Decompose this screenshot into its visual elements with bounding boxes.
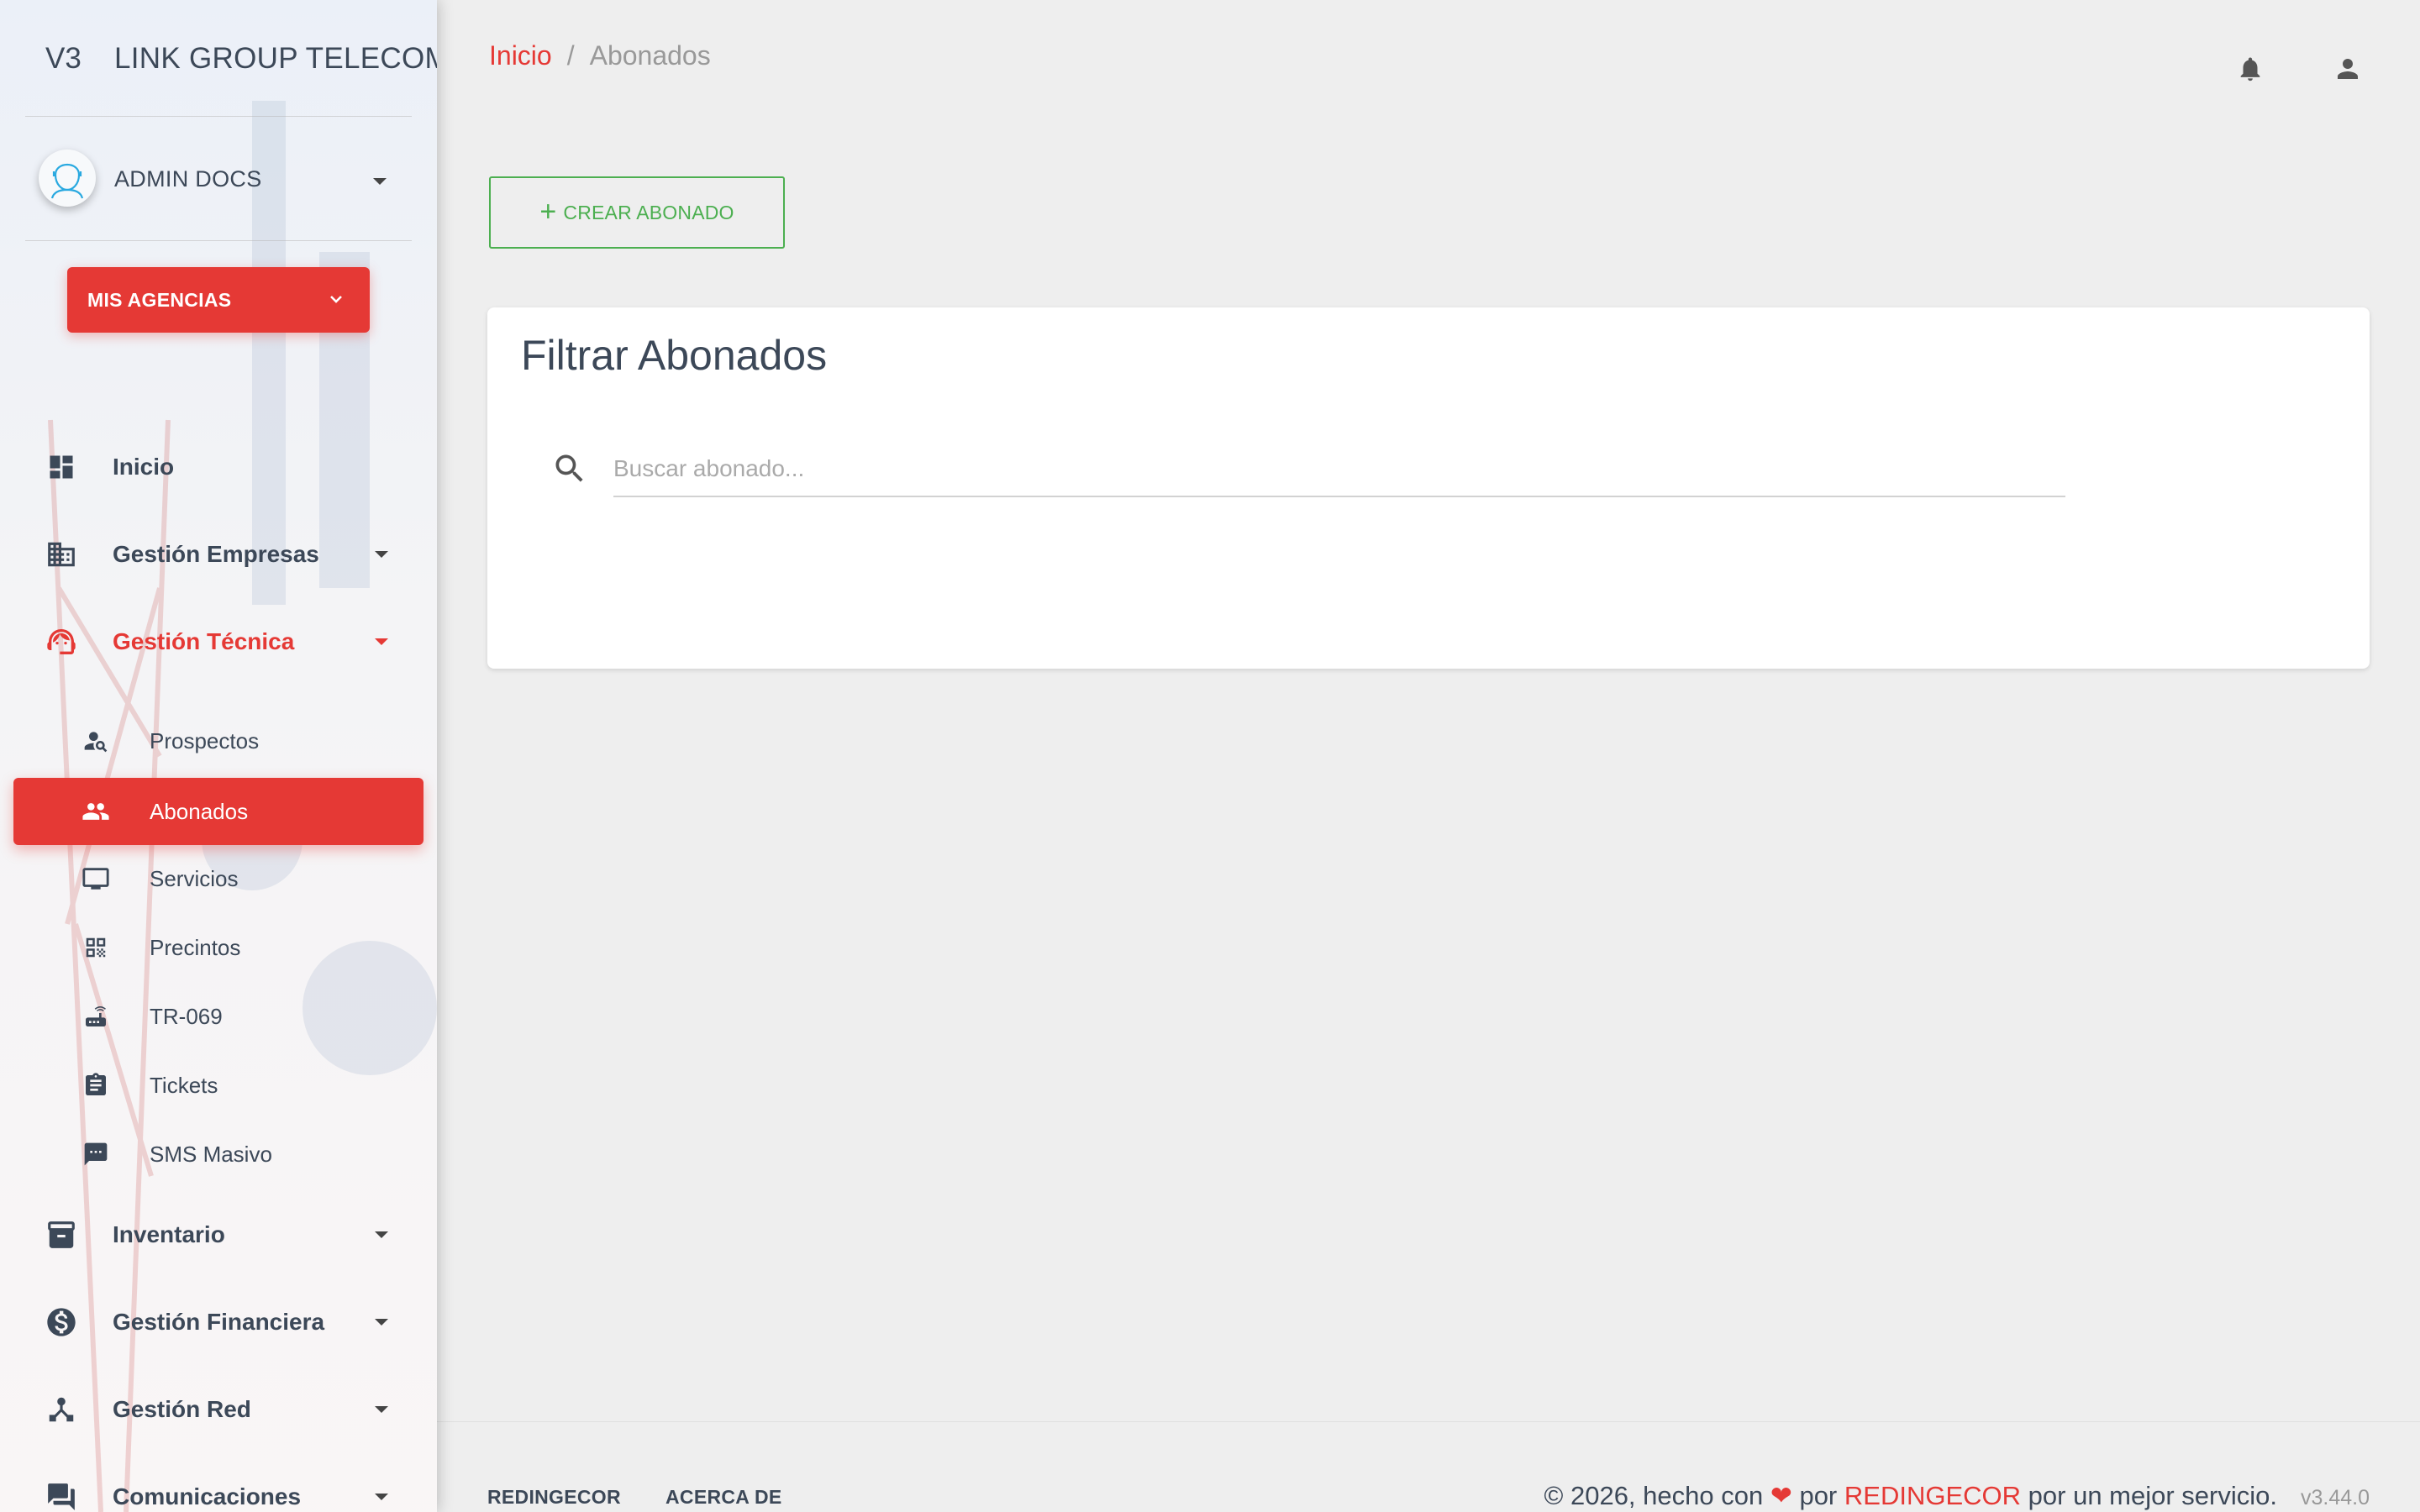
create-subscriber-label: CREAR ABONADO: [563, 201, 734, 223]
filter-card: Filtrar Abonados: [487, 307, 2370, 669]
sidebar-item-abonados[interactable]: Abonados: [13, 778, 424, 845]
network-icon: [44, 1392, 79, 1427]
sidebar-item-inventario[interactable]: Inventario: [0, 1201, 437, 1268]
qr-code-icon: [81, 932, 111, 963]
sidebar-item-label: Gestión Empresas: [113, 541, 319, 567]
copyright-suffix: por un mejor servicio.: [2028, 1481, 2277, 1510]
sidebar-item-gestion-financiera[interactable]: Gestión Financiera: [0, 1289, 437, 1356]
support-agent-icon: [44, 624, 79, 659]
chevron-down-icon: [375, 551, 388, 558]
sidebar-item-label: Tickets: [150, 1072, 218, 1098]
user-name: ADMIN DOCS: [114, 166, 262, 192]
sidebar-item-label: Gestión Técnica: [113, 628, 295, 654]
sidebar-item-label: Precintos: [150, 934, 241, 960]
breadcrumb-current: Abonados: [589, 40, 711, 71]
sidebar-item-gestion-tecnica[interactable]: Gestión Técnica: [0, 608, 437, 675]
router-icon: [81, 1001, 111, 1032]
search-icon: [551, 450, 588, 487]
top-navbar: Inicio / Abonados: [437, 0, 2420, 118]
version-label: v3.44.0: [2300, 1486, 2370, 1509]
divider: [25, 116, 412, 117]
chevron-down-icon: [375, 1319, 388, 1326]
agencies-button-label: MIS AGENCIAS: [87, 288, 232, 311]
chevron-down-icon: [375, 1494, 388, 1500]
chevron-down-icon: [375, 1231, 388, 1238]
sidebar-item-label: Abonados: [150, 798, 249, 824]
heart-icon: ❤: [1770, 1481, 1792, 1510]
person-icon[interactable]: [2331, 52, 2365, 86]
footer-link-about[interactable]: ACERCA DE: [666, 1486, 782, 1509]
divider: [25, 240, 412, 241]
copyright: © 2026, hecho con ❤ por REDINGECOR por u…: [1544, 1481, 2277, 1511]
sidebar-item-gestion-empresas[interactable]: Gestión Empresas: [0, 521, 437, 588]
breadcrumb-separator: /: [566, 40, 575, 71]
sidebar-item-label: Inicio: [113, 454, 175, 480]
dollar-icon: [44, 1305, 79, 1340]
brand[interactable]: V3 LINK GROUP TELECOMU: [0, 0, 437, 116]
copyright-prefix: © 2026, hecho con: [1544, 1481, 1764, 1510]
sidebar-item-gestion-red[interactable]: Gestión Red: [0, 1376, 437, 1443]
brand-mini[interactable]: V3: [45, 42, 82, 76]
chevron-down-icon: [375, 638, 388, 645]
plus-icon: +: [539, 196, 557, 228]
breadcrumb-link-inicio[interactable]: Inicio: [489, 40, 552, 71]
sidebar-item-tickets[interactable]: Tickets: [13, 1052, 424, 1119]
domain-icon: [44, 537, 79, 572]
sidebar-item-sms-masivo[interactable]: SMS Masivo: [13, 1121, 424, 1188]
sidebar-item-inicio[interactable]: Inicio: [0, 433, 437, 501]
sidebar-item-servicios[interactable]: Servicios: [13, 845, 424, 912]
sidebar-item-label: Servicios: [150, 865, 239, 891]
chevron-down-icon: [330, 296, 342, 303]
sidebar-item-tr069[interactable]: TR-069: [13, 983, 424, 1050]
copyright-brand-link[interactable]: REDINGECOR: [1844, 1481, 2021, 1510]
person-search-icon: [81, 726, 111, 756]
user-menu[interactable]: ADMIN DOCS: [0, 143, 437, 218]
sidebar-item-label: Inventario: [113, 1221, 225, 1247]
people-icon: [81, 796, 111, 827]
agencies-button[interactable]: MIS AGENCIAS: [67, 267, 370, 333]
sidebar: V3 LINK GROUP TELECOMU ADMIN DOCS MIS AG…: [0, 0, 437, 1512]
monitor-icon: [81, 864, 111, 894]
sidebar-item-precintos[interactable]: Precintos: [13, 914, 424, 981]
sidebar-item-label: TR-069: [150, 1003, 223, 1029]
archive-icon: [44, 1217, 79, 1252]
support-avatar-icon: [50, 163, 84, 199]
sidebar-item-label: Gestión Financiera: [113, 1309, 325, 1335]
footer-link-redingecor[interactable]: REDINGECOR: [487, 1486, 621, 1509]
avatar: [39, 150, 96, 207]
sidebar-item-comunicaciones[interactable]: Comunicaciones: [0, 1463, 437, 1512]
dashboard-icon: [44, 449, 79, 485]
forum-icon: [44, 1479, 79, 1512]
copyright-por: por: [1799, 1481, 1838, 1510]
sidebar-item-label: Gestión Red: [113, 1396, 251, 1422]
chevron-down-icon[interactable]: [373, 178, 387, 185]
clipboard-icon: [81, 1070, 111, 1100]
search-input[interactable]: [613, 442, 2065, 497]
sidebar-item-label: Comunicaciones: [113, 1483, 302, 1509]
breadcrumb: Inicio / Abonados: [489, 40, 711, 71]
bell-icon[interactable]: [2233, 52, 2267, 86]
sidebar-item-label: Prospectos: [150, 727, 260, 753]
footer: REDINGECOR ACERCA DE © 2026, hecho con ❤…: [437, 1421, 2420, 1512]
sidebar-item-prospectos[interactable]: Prospectos: [13, 707, 424, 774]
sidebar-item-label: SMS Masivo: [150, 1141, 272, 1167]
create-subscriber-button[interactable]: + CREAR ABONADO: [489, 176, 785, 249]
card-title: Filtrar Abonados: [521, 332, 828, 379]
chevron-down-icon: [375, 1406, 388, 1413]
sms-icon: [81, 1139, 111, 1169]
brand-name[interactable]: LINK GROUP TELECOMU: [114, 42, 437, 76]
